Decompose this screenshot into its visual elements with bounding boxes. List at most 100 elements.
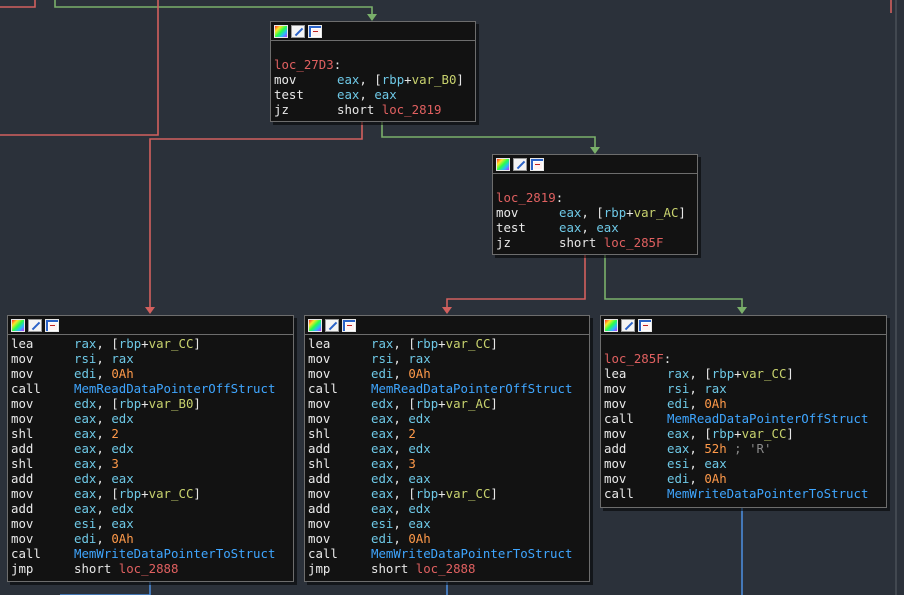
immediate-operand: 3 bbox=[111, 456, 119, 471]
instruction-line[interactable]: mov eax, edx bbox=[11, 411, 293, 426]
instruction-line[interactable]: mov eax, [rbp+var_CC] bbox=[604, 426, 886, 441]
instruction-line[interactable]: call MemWriteDataPointerToStruct bbox=[308, 546, 589, 561]
instruction-line[interactable]: call MemReadDataPointerOffStruct bbox=[308, 381, 589, 396]
instruction-line[interactable]: add eax, edx bbox=[11, 501, 293, 516]
group-nodes-icon[interactable] bbox=[638, 318, 652, 332]
instruction-line[interactable]: call MemReadDataPointerOffStruct bbox=[604, 411, 886, 426]
instruction-line[interactable]: mov edx, [rbp+var_AC] bbox=[308, 396, 589, 411]
instruction-line[interactable]: mov eax, [rbp+var_CC] bbox=[308, 486, 589, 501]
stack-variable[interactable]: var_CC bbox=[742, 366, 787, 381]
instruction-line[interactable]: mov eax, [rbp+var_AC] bbox=[496, 205, 697, 220]
function-reference[interactable]: MemWriteDataPointerToStruct bbox=[74, 546, 275, 561]
instruction-line[interactable]: add eax, edx bbox=[11, 441, 293, 456]
instruction-line[interactable]: jmp short loc_2888 bbox=[11, 561, 293, 576]
mnemonic: mov bbox=[604, 381, 627, 396]
instruction-line[interactable]: mov edi, 0Ah bbox=[11, 531, 293, 546]
instruction-line[interactable]: mov edi, 0Ah bbox=[604, 396, 886, 411]
location-name[interactable]: loc_27D3 bbox=[274, 57, 334, 72]
instruction-line[interactable]: lea rax, [rbp+var_CC] bbox=[11, 336, 293, 351]
instruction-line[interactable]: shl eax, 3 bbox=[11, 456, 293, 471]
instruction-line[interactable]: shl eax, 2 bbox=[308, 426, 589, 441]
node-loc-27d3[interactable]: loc_27D3: mov eax, [rbp+var_B0] test eax, ea… bbox=[270, 21, 476, 122]
instruction-line[interactable]: call MemWriteDataPointerToStruct bbox=[604, 486, 886, 501]
instruction-line[interactable]: add edx, eax bbox=[11, 471, 293, 486]
rename-node-icon[interactable] bbox=[28, 318, 42, 332]
instruction-line[interactable]: call MemReadDataPointerOffStruct bbox=[11, 381, 293, 396]
instruction-line[interactable]: mov esi, eax bbox=[308, 516, 589, 531]
function-reference[interactable]: MemWriteDataPointerToStruct bbox=[667, 486, 868, 501]
instruction-line[interactable]: add eax, edx bbox=[308, 441, 589, 456]
instruction-line[interactable]: mov edx, [rbp+var_B0] bbox=[11, 396, 293, 411]
group-nodes-icon[interactable] bbox=[530, 157, 544, 171]
stack-variable[interactable]: var_CC bbox=[446, 336, 491, 351]
stack-variable[interactable]: var_CC bbox=[742, 426, 787, 441]
register-operand: edx bbox=[408, 411, 431, 426]
operand-punct: short bbox=[559, 235, 604, 250]
instruction-line[interactable]: mov esi, eax bbox=[11, 516, 293, 531]
function-reference[interactable]: MemReadDataPointerOffStruct bbox=[667, 411, 868, 426]
stack-variable[interactable]: var_AC bbox=[446, 396, 491, 411]
instruction-line[interactable]: test eax, eax bbox=[274, 87, 475, 102]
stack-variable[interactable]: var_CC bbox=[149, 486, 194, 501]
instruction-line[interactable]: mov eax, [rbp+var_B0] bbox=[274, 72, 475, 87]
jump-target[interactable]: loc_2819 bbox=[382, 102, 442, 117]
location-name[interactable]: loc_285F bbox=[604, 351, 664, 366]
mnemonic: lea bbox=[11, 336, 34, 351]
function-reference[interactable]: MemReadDataPointerOffStruct bbox=[371, 381, 572, 396]
instruction-line[interactable]: jz short loc_2819 bbox=[274, 102, 475, 117]
instruction-line[interactable]: lea rax, [rbp+var_CC] bbox=[308, 336, 589, 351]
instruction-line[interactable]: test eax, eax bbox=[496, 220, 697, 235]
instruction-line[interactable]: mov edi, 0Ah bbox=[604, 471, 886, 486]
stack-variable[interactable]: var_CC bbox=[446, 486, 491, 501]
instruction-line[interactable]: mov esi, eax bbox=[604, 456, 886, 471]
instruction-line[interactable]: add eax, 52h ; 'R' bbox=[604, 441, 886, 456]
stack-variable[interactable]: var_B0 bbox=[412, 72, 457, 87]
stack-variable[interactable]: var_CC bbox=[149, 336, 194, 351]
instruction-line[interactable]: mov rsi, rax bbox=[11, 351, 293, 366]
set-color-icon[interactable] bbox=[604, 318, 618, 332]
rename-node-icon[interactable] bbox=[513, 157, 527, 171]
group-nodes-icon[interactable] bbox=[342, 318, 356, 332]
instruction-line[interactable]: add eax, edx bbox=[308, 501, 589, 516]
instruction-line[interactable]: mov eax, [rbp+var_CC] bbox=[11, 486, 293, 501]
group-nodes-icon[interactable] bbox=[308, 24, 322, 38]
set-color-icon[interactable] bbox=[496, 157, 510, 171]
node-block-var-ac[interactable]: lea rax, [rbp+var_CC] mov rsi, rax mov edi, 0… bbox=[304, 315, 590, 582]
node-loc-2819[interactable]: loc_2819: mov eax, [rbp+var_AC] test eax, ea… bbox=[492, 154, 698, 255]
instruction-line[interactable]: add edx, eax bbox=[308, 471, 589, 486]
location-name[interactable]: loc_2819 bbox=[496, 190, 556, 205]
operand-punct: , [ bbox=[393, 396, 416, 411]
instruction-line[interactable]: mov eax, edx bbox=[308, 411, 589, 426]
set-color-icon[interactable] bbox=[274, 24, 288, 38]
set-color-icon[interactable] bbox=[11, 318, 25, 332]
instruction-line[interactable]: lea rax, [rbp+var_CC] bbox=[604, 366, 886, 381]
function-reference[interactable]: MemReadDataPointerOffStruct bbox=[74, 381, 275, 396]
instruction-line[interactable]: shl eax, 2 bbox=[11, 426, 293, 441]
instruction-line[interactable]: mov edi, 0Ah bbox=[308, 366, 589, 381]
function-reference[interactable]: MemWriteDataPointerToStruct bbox=[371, 546, 572, 561]
node-block-var-b0[interactable]: lea rax, [rbp+var_CC] mov rsi, rax mov edi, 0… bbox=[7, 315, 294, 582]
instruction-line[interactable]: jz short loc_285F bbox=[496, 235, 697, 250]
location-label[interactable]: loc_2819: bbox=[496, 190, 697, 205]
instruction-line[interactable]: mov rsi, rax bbox=[604, 381, 886, 396]
operand-punct: ] bbox=[786, 426, 794, 441]
jump-target[interactable]: loc_2888 bbox=[119, 561, 179, 576]
instruction-line[interactable]: call MemWriteDataPointerToStruct bbox=[11, 546, 293, 561]
location-label[interactable]: loc_27D3: bbox=[274, 57, 475, 72]
set-color-icon[interactable] bbox=[308, 318, 322, 332]
rename-node-icon[interactable] bbox=[325, 318, 339, 332]
jump-target[interactable]: loc_2888 bbox=[416, 561, 476, 576]
instruction-line[interactable]: mov edi, 0Ah bbox=[308, 531, 589, 546]
rename-node-icon[interactable] bbox=[621, 318, 635, 332]
node-loc-285f[interactable]: loc_285F: lea rax, [rbp+var_CC] mov rsi, rax… bbox=[600, 315, 887, 508]
instruction-line[interactable]: mov edi, 0Ah bbox=[11, 366, 293, 381]
stack-variable[interactable]: var_B0 bbox=[149, 396, 194, 411]
stack-variable[interactable]: var_AC bbox=[634, 205, 679, 220]
instruction-line[interactable]: mov rsi, rax bbox=[308, 351, 589, 366]
rename-node-icon[interactable] bbox=[291, 24, 305, 38]
instruction-line[interactable]: jmp short loc_2888 bbox=[308, 561, 589, 576]
location-label[interactable]: loc_285F: bbox=[604, 351, 886, 366]
jump-target[interactable]: loc_285F bbox=[604, 235, 664, 250]
group-nodes-icon[interactable] bbox=[45, 318, 59, 332]
instruction-line[interactable]: shl eax, 3 bbox=[308, 456, 589, 471]
